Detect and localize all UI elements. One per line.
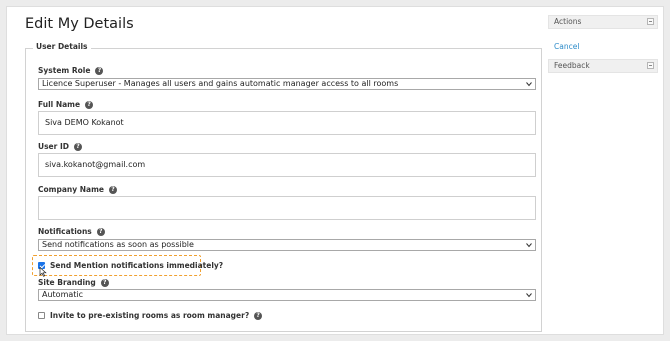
help-icon[interactable]: ? [100, 278, 109, 287]
company-name-label-text: Company Name [38, 185, 104, 194]
invite-label: Invite to pre-existing rooms as room man… [50, 311, 250, 320]
system-role-value: Licence Superuser - Manages all users an… [42, 79, 399, 88]
invite-checkbox[interactable] [38, 312, 45, 319]
user-id-label-text: User ID [38, 142, 69, 151]
chevron-down-icon [526, 82, 532, 87]
user-id-label: User ID ? [38, 142, 82, 151]
user-id-value: siva.kokanot@gmail.com [45, 160, 146, 169]
help-icon[interactable]: ? [95, 66, 104, 75]
full-name-input[interactable]: Siva DEMO Kokanot [38, 111, 536, 135]
collapse-icon[interactable] [647, 62, 654, 69]
system-role-select[interactable]: Licence Superuser - Manages all users an… [38, 78, 536, 90]
notifications-label-text: Notifications [38, 227, 92, 236]
user-id-input[interactable]: siva.kokanot@gmail.com [38, 153, 536, 177]
help-icon[interactable]: ? [85, 100, 94, 109]
help-icon[interactable]: ? [254, 311, 263, 320]
cancel-link[interactable]: Cancel [554, 42, 579, 51]
collapse-icon[interactable] [647, 18, 654, 25]
fieldset-legend: User Details [33, 42, 91, 51]
mouse-pointer-icon [39, 267, 47, 277]
actions-panel-header[interactable]: Actions [548, 15, 658, 29]
company-name-input[interactable] [38, 196, 536, 220]
system-role-label-text: System Role [38, 66, 91, 75]
notifications-value: Send notifications as soon as possible [42, 240, 194, 249]
help-icon[interactable]: ? [108, 185, 117, 194]
company-name-label: Company Name ? [38, 185, 117, 194]
site-branding-label-text: Site Branding [38, 278, 96, 287]
help-icon[interactable]: ? [73, 142, 82, 151]
invite-row[interactable]: Invite to pre-existing rooms as room man… [38, 311, 263, 320]
page-title: Edit My Details [25, 16, 134, 32]
page-container: Edit My Details User Details System Role… [6, 6, 664, 335]
full-name-value: Siva DEMO Kokanot [45, 118, 124, 127]
full-name-label-text: Full Name [38, 100, 81, 109]
send-mention-row[interactable]: Send Mention notifications immediately? [38, 261, 223, 270]
feedback-panel-title: Feedback [554, 61, 590, 70]
site-branding-value: Automatic [42, 290, 84, 299]
help-icon[interactable]: ? [96, 227, 105, 236]
full-name-label: Full Name ? [38, 100, 94, 109]
notifications-label: Notifications ? [38, 227, 105, 236]
user-details-fieldset: User Details System Role ? Licence Super… [25, 42, 542, 332]
site-branding-label: Site Branding ? [38, 278, 109, 287]
send-mention-label: Send Mention notifications immediately? [50, 261, 224, 270]
system-role-label: System Role ? [38, 66, 104, 75]
actions-panel-title: Actions [554, 17, 582, 26]
site-branding-select[interactable]: Automatic [38, 289, 536, 301]
chevron-down-icon [526, 243, 532, 248]
feedback-panel-header[interactable]: Feedback [548, 59, 658, 73]
chevron-down-icon [526, 293, 532, 298]
notifications-select[interactable]: Send notifications as soon as possible [38, 239, 536, 251]
